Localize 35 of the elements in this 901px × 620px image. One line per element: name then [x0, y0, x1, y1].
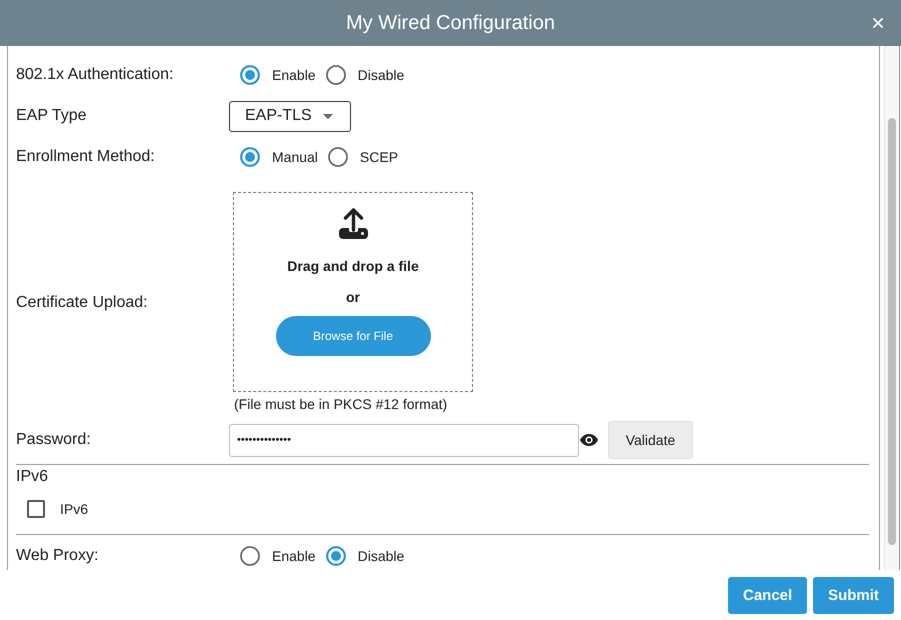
radio-button[interactable] [240, 147, 260, 167]
field-label: Web Proxy: [16, 547, 100, 565]
option-label[interactable]: Manual [272, 149, 318, 165]
radio-button[interactable] [326, 546, 346, 566]
caret-icon [323, 114, 333, 118]
section-heading: IPv6 [16, 467, 48, 487]
field-label: 802.1x Authentication: [16, 66, 174, 84]
option-label[interactable]: Enable [272, 67, 316, 83]
option-label[interactable]: Disable [358, 548, 404, 564]
checkbox-label[interactable]: IPv6 [60, 501, 88, 517]
field-label: Password: [16, 431, 92, 449]
radio-button[interactable] [240, 546, 260, 566]
eap-type-dropdown[interactable]: EAP-TLS [229, 100, 351, 132]
checkbox[interactable] [27, 500, 45, 518]
format-note: (File must be in PKCS #12 format) [233, 396, 448, 412]
radio-button[interactable] [240, 65, 260, 85]
scrollbar-track[interactable] [884, 46, 900, 570]
field-label: Enrollment Method: [16, 148, 156, 166]
field-label: Certificate Upload: [16, 293, 149, 312]
close-icon[interactable] [873, 18, 883, 28]
radio-button[interactable] [326, 65, 346, 85]
drop-instruction: Drag and drop a file [287, 258, 419, 274]
file-drop-zone[interactable]: Drag and drop a file or Browse for File [233, 192, 473, 392]
window-title: My Wired Configuration [346, 12, 555, 34]
password-field[interactable]: •••••••••••••• [229, 424, 579, 456]
or-text: or [346, 289, 360, 305]
field-label: EAP Type [16, 107, 88, 125]
scrollbar-thumb[interactable] [888, 118, 896, 545]
radio-button[interactable] [328, 147, 348, 167]
option-label[interactable]: Enable [272, 548, 316, 564]
upload-icon [338, 208, 368, 239]
option-label[interactable]: SCEP [360, 149, 398, 165]
validate-button[interactable]: Validate [608, 421, 693, 459]
eye-icon[interactable] [580, 434, 598, 446]
option-label[interactable]: Disable [358, 67, 404, 83]
